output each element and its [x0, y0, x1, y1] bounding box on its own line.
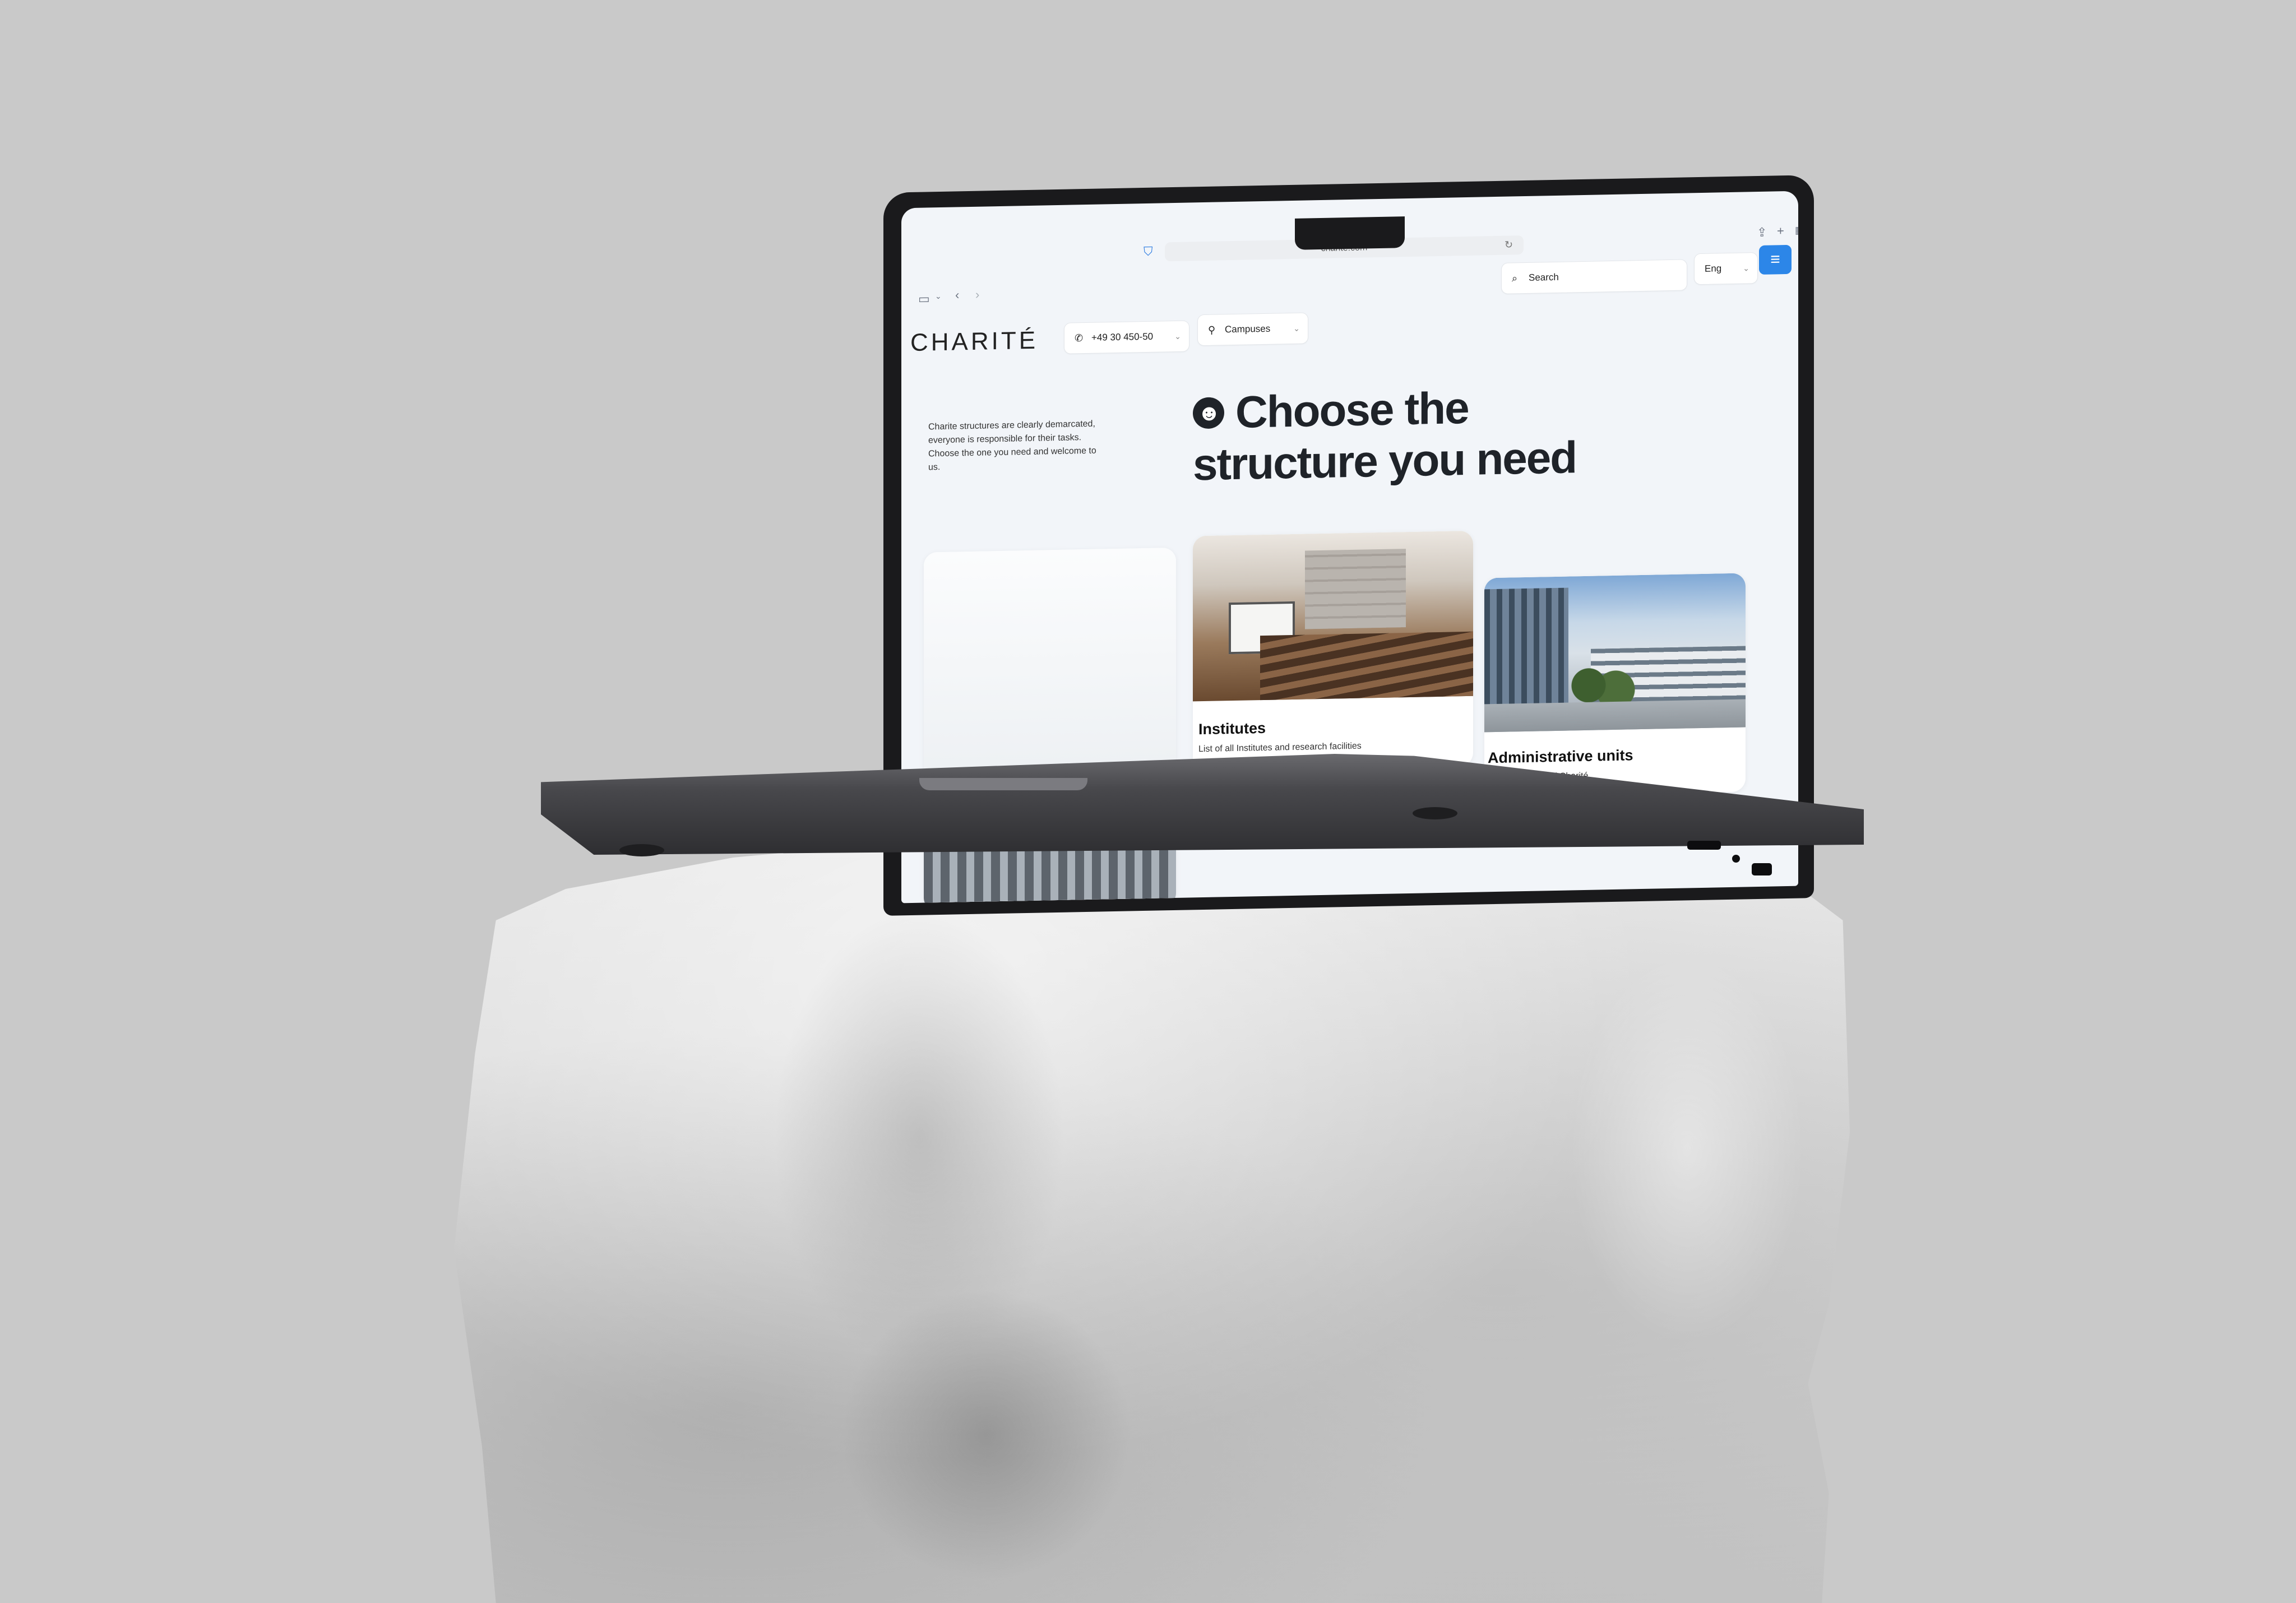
search-icon: ⌕ — [1512, 272, 1518, 284]
administrative-units-card[interactable]: Administrative units e structure of Char… — [1484, 573, 1746, 797]
headline-line-1: Choose the — [1235, 382, 1469, 437]
plus-icon[interactable]: + — [1777, 224, 1784, 238]
lid-opening-edge — [919, 778, 1087, 790]
language-value: Eng — [1705, 263, 1722, 274]
camera-notch — [1295, 216, 1405, 250]
card-description: List of all Institutes and research faci… — [1198, 741, 1362, 754]
laptop-foot — [1413, 807, 1457, 819]
phone-dropdown[interactable]: ✆ +49 30 450-50 ⌄ — [1064, 320, 1189, 354]
share-icon[interactable]: ⇪ — [1757, 225, 1767, 240]
sidebar-icon[interactable]: ▭ — [918, 291, 930, 306]
pin-icon: ⚲ — [1208, 324, 1216, 336]
institutes-card[interactable]: Institutes List of all Institutes and re… — [1193, 530, 1473, 772]
back-icon[interactable]: ‹ — [955, 288, 959, 302]
headline-line-2: structure you need — [1193, 432, 1577, 490]
chevron-down-icon: ⌄ — [1293, 323, 1300, 333]
lecture-hall-photo — [1193, 530, 1473, 702]
search-placeholder: Search — [1529, 271, 1559, 283]
forward-icon[interactable]: › — [975, 288, 979, 302]
plaza — [1484, 699, 1746, 733]
campus-building-photo — [1484, 573, 1746, 733]
reload-icon[interactable]: ↻ — [1505, 239, 1513, 251]
stone-pedestal — [454, 826, 1850, 1603]
search-input[interactable]: ⌕ Search — [1501, 259, 1687, 294]
campuses-dropdown[interactable]: ⚲ Campuses ⌄ — [1197, 312, 1308, 346]
campuses-label: Campuses — [1225, 323, 1271, 335]
chevron-down-icon[interactable]: ⌄ — [935, 291, 942, 301]
phone-icon: ✆ — [1075, 332, 1084, 344]
usb-port — [1752, 863, 1772, 875]
language-select[interactable]: Eng ⌄ — [1694, 252, 1758, 285]
headphone-jack — [1732, 855, 1740, 863]
hall-seating — [1260, 631, 1473, 701]
laptop-foot — [619, 844, 664, 856]
page-title: ☻ Choose the structure you need — [1193, 380, 1585, 490]
card-title: Institutes — [1198, 719, 1266, 738]
hall-acoustic-wall — [1305, 549, 1406, 629]
card-title: Administrative units — [1488, 747, 1633, 767]
smile-icon: ☻ — [1193, 397, 1224, 429]
phone-number: +49 30 450-50 — [1091, 331, 1154, 343]
sd-card-slot — [1687, 841, 1721, 850]
chevron-down-icon: ⌄ — [1174, 331, 1181, 341]
intro-text: Charite structures are clearly demarcate… — [928, 419, 1096, 472]
tabs-icon[interactable]: ▦ — [1795, 224, 1798, 236]
menu-icon: ≡ — [1770, 250, 1780, 269]
menu-button[interactable]: ≡ — [1759, 244, 1792, 275]
chevron-down-icon: ⌄ — [1743, 263, 1749, 273]
shield-icon: ⛉ — [1144, 244, 1153, 259]
site-logo[interactable]: CHARITÉ — [910, 327, 1038, 357]
